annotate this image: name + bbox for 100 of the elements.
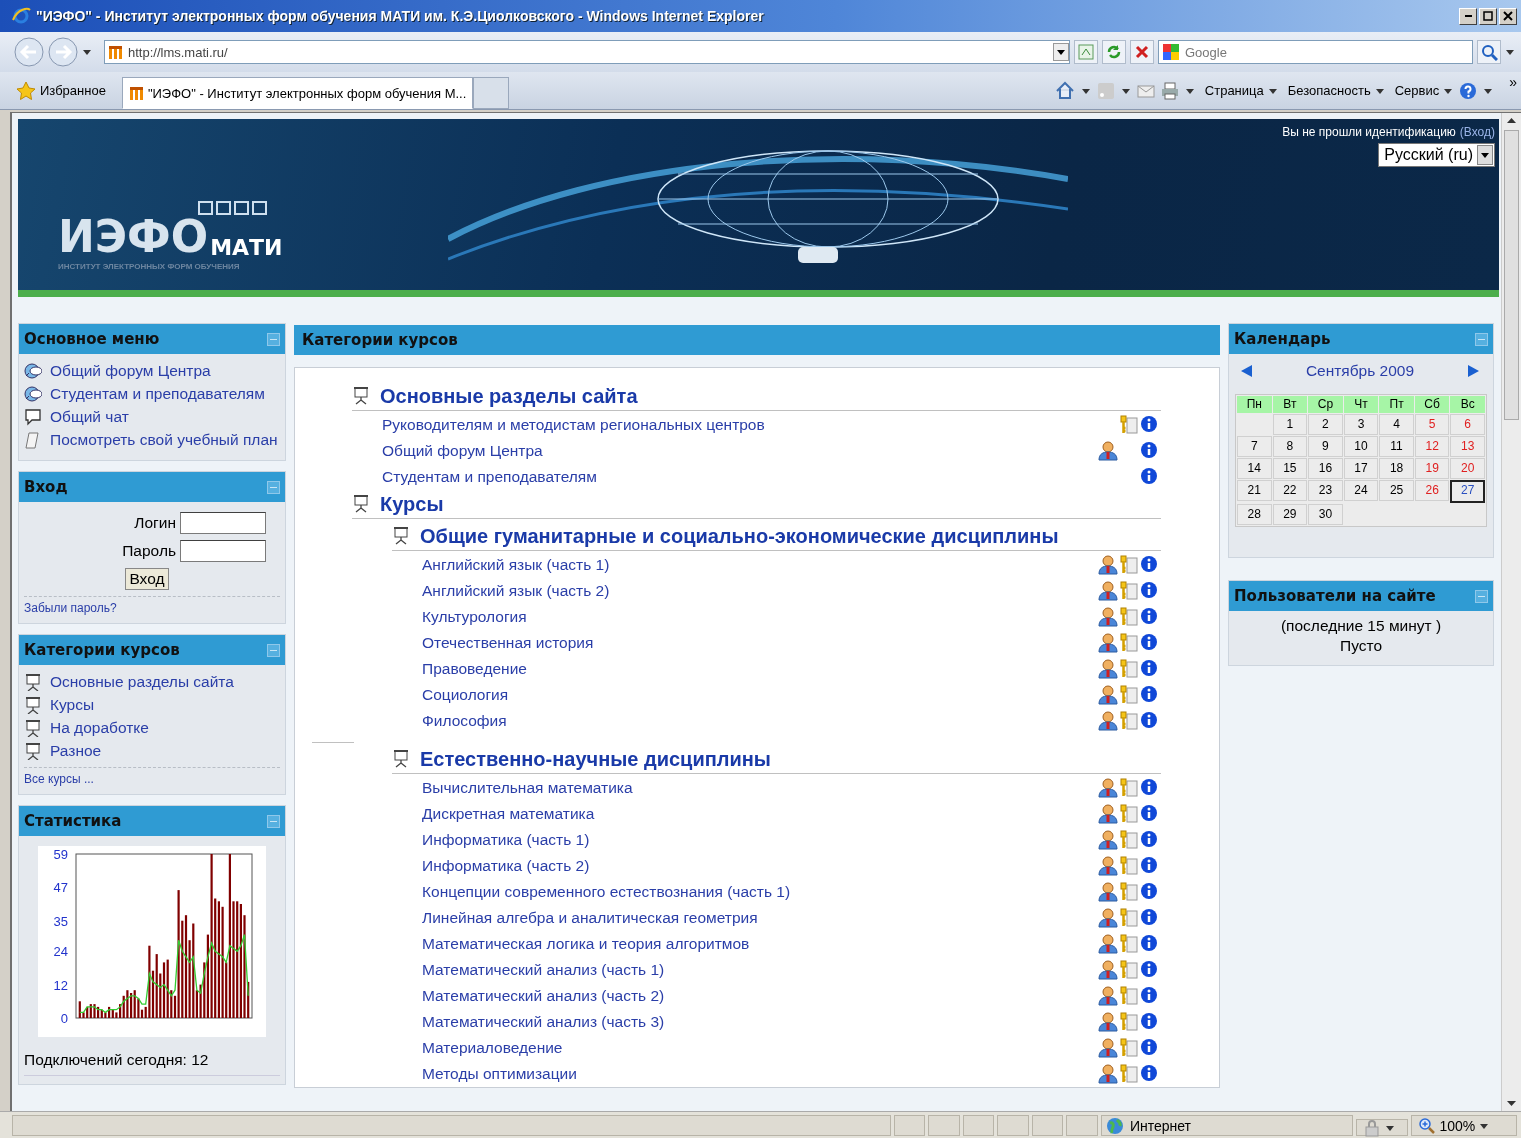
calendar-day[interactable]: 10 (1343, 436, 1379, 457)
overflow-chevron[interactable]: » (1509, 74, 1517, 90)
course-link[interactable]: Математический анализ (часть 3) (422, 1013, 665, 1031)
course-link[interactable]: Математический анализ (часть 1) (422, 961, 665, 979)
calendar-day[interactable]: 21 (1237, 480, 1272, 501)
calendar-day[interactable]: 16 (1308, 458, 1343, 479)
course-link[interactable]: Правоведение (422, 660, 527, 678)
calendar-day[interactable]: 6 (1450, 414, 1485, 435)
course-link[interactable]: Английский язык (часть 2) (422, 582, 610, 600)
category-title[interactable]: Общие гуманитарные и социально-экономические дисциплины (420, 524, 1059, 548)
language-select[interactable]: Русский (ru) (1378, 143, 1495, 167)
calendar-day[interactable]: 2 (1308, 414, 1343, 435)
calendar-day[interactable]: 11 (1379, 436, 1414, 457)
guest-person-icon[interactable] (1098, 607, 1119, 627)
guest-person-icon[interactable] (1098, 882, 1119, 902)
course-link[interactable]: Вычислительная математика (422, 779, 633, 797)
help-icon[interactable] (1459, 81, 1478, 100)
course-link[interactable]: Общий форум Центра (382, 442, 543, 460)
close-button[interactable] (1499, 7, 1517, 25)
guest-person-icon[interactable] (1098, 856, 1119, 876)
calendar-day[interactable]: 13 (1450, 436, 1485, 457)
search-options-caret-icon[interactable] (1505, 47, 1515, 57)
calendar-day[interactable]: 9 (1308, 436, 1343, 457)
minimize-button[interactable] (1459, 7, 1477, 25)
calendar-day[interactable]: 12 (1414, 436, 1450, 457)
menu-button[interactable]: Сервис (1394, 83, 1454, 98)
category-link[interactable]: Разное (50, 740, 102, 761)
printer-icon[interactable] (1160, 81, 1179, 100)
category-link[interactable]: Курсы (50, 694, 95, 715)
input-field[interactable] (180, 512, 266, 534)
course-link[interactable]: Концепции современного естествознания (часть 1) (422, 883, 791, 901)
scroll-thumb[interactable] (1504, 130, 1519, 420)
course-link[interactable]: Английский язык (часть 1) (422, 556, 610, 574)
login-link[interactable]: (Вход) (1459, 125, 1495, 139)
calendar-day[interactable]: 8 (1272, 436, 1308, 457)
calendar-day[interactable]: 1 (1272, 414, 1308, 435)
previous-month-arrow-icon[interactable] (1240, 364, 1253, 378)
history-caret-icon[interactable] (82, 47, 92, 57)
guest-person-icon[interactable] (1098, 441, 1119, 461)
course-link[interactable]: Информатика (часть 2) (422, 857, 590, 875)
calendar-day[interactable]: 20 (1450, 458, 1485, 479)
course-link[interactable]: Студентам и преподавателям (382, 468, 597, 486)
course-link[interactable]: Социология (422, 686, 509, 704)
course-link[interactable]: Дискретная математика (422, 805, 595, 823)
calendar-day[interactable]: 7 (1237, 436, 1272, 457)
course-link[interactable]: Культурология (422, 608, 527, 626)
guest-person-icon[interactable] (1098, 555, 1119, 575)
favorites-button[interactable]: Избранное (16, 80, 106, 101)
guest-person-icon[interactable] (1098, 685, 1119, 705)
course-link[interactable]: Методы оптимизации (422, 1065, 577, 1083)
course-link[interactable]: Математическая логика и теория алгоритмов (422, 935, 750, 953)
calendar-day[interactable]: 14 (1237, 458, 1272, 479)
calendar-day[interactable]: 22 (1272, 480, 1308, 501)
guest-person-icon[interactable] (1098, 581, 1119, 601)
stop-icon[interactable] (1130, 40, 1154, 64)
course-link[interactable]: Информатика (часть 1) (422, 831, 590, 849)
month-title[interactable]: Сентябрь 2009 (1305, 362, 1415, 380)
guest-person-icon[interactable] (1098, 986, 1119, 1006)
course-link[interactable]: Отечественная история (422, 634, 594, 652)
menu-button[interactable]: Страница (1204, 83, 1278, 98)
course-link[interactable]: Материаловедение (422, 1039, 563, 1057)
search-icon[interactable] (1477, 40, 1501, 64)
guest-person-icon[interactable] (1098, 1064, 1119, 1084)
guest-person-icon[interactable] (1098, 804, 1119, 824)
calendar-day[interactable]: 17 (1343, 458, 1379, 479)
category-title[interactable]: Курсы (380, 492, 444, 516)
maximize-button[interactable] (1479, 7, 1497, 25)
calendar-day[interactable]: 28 (1237, 504, 1272, 525)
category-link[interactable]: Основные разделы сайта (50, 671, 234, 692)
calendar-day[interactable]: 26 (1414, 480, 1450, 501)
next-month-arrow-icon[interactable] (1467, 364, 1480, 378)
home-icon[interactable] (1054, 80, 1075, 101)
guest-person-icon[interactable] (1098, 633, 1119, 653)
guest-person-icon[interactable] (1098, 659, 1119, 679)
input-field[interactable] (180, 540, 266, 562)
search-field[interactable]: Google (1158, 40, 1473, 64)
calendar-day[interactable]: 29 (1272, 504, 1308, 525)
back-button[interactable] (14, 37, 44, 67)
all-courses-link[interactable]: Все курсы ... (24, 772, 280, 786)
guest-person-icon[interactable] (1098, 778, 1119, 798)
menu-link[interactable]: Студентам и преподавателям (50, 383, 265, 404)
course-link[interactable]: Математический анализ (часть 2) (422, 987, 665, 1005)
refresh-icon[interactable] (1102, 40, 1126, 64)
guest-person-icon[interactable] (1098, 1012, 1119, 1032)
menu-link[interactable]: Посмотреть свой учебный план (50, 429, 278, 450)
guest-person-icon[interactable] (1098, 960, 1119, 980)
guest-person-icon[interactable] (1098, 830, 1119, 850)
calendar-day[interactable]: 15 (1272, 458, 1308, 479)
zoom-button[interactable]: 100% (1410, 1115, 1517, 1136)
calendar-day[interactable]: 5 (1414, 414, 1450, 435)
protected-mode-button[interactable] (1356, 1119, 1408, 1136)
menu-button[interactable]: Безопасность (1287, 83, 1385, 98)
course-link[interactable]: Руководителям и методистам региональных центров (382, 416, 765, 434)
course-link[interactable]: Линейная алгебра и аналитическая геометрия (422, 909, 758, 927)
category-link[interactable]: На доработке (50, 717, 149, 738)
dropdown-button[interactable] (1053, 43, 1069, 61)
scrollbar[interactable] (1501, 113, 1521, 1111)
guest-person-icon[interactable] (1098, 1038, 1119, 1058)
calendar-day[interactable]: 4 (1379, 414, 1414, 435)
menu-link[interactable]: Общий чат (50, 406, 129, 427)
